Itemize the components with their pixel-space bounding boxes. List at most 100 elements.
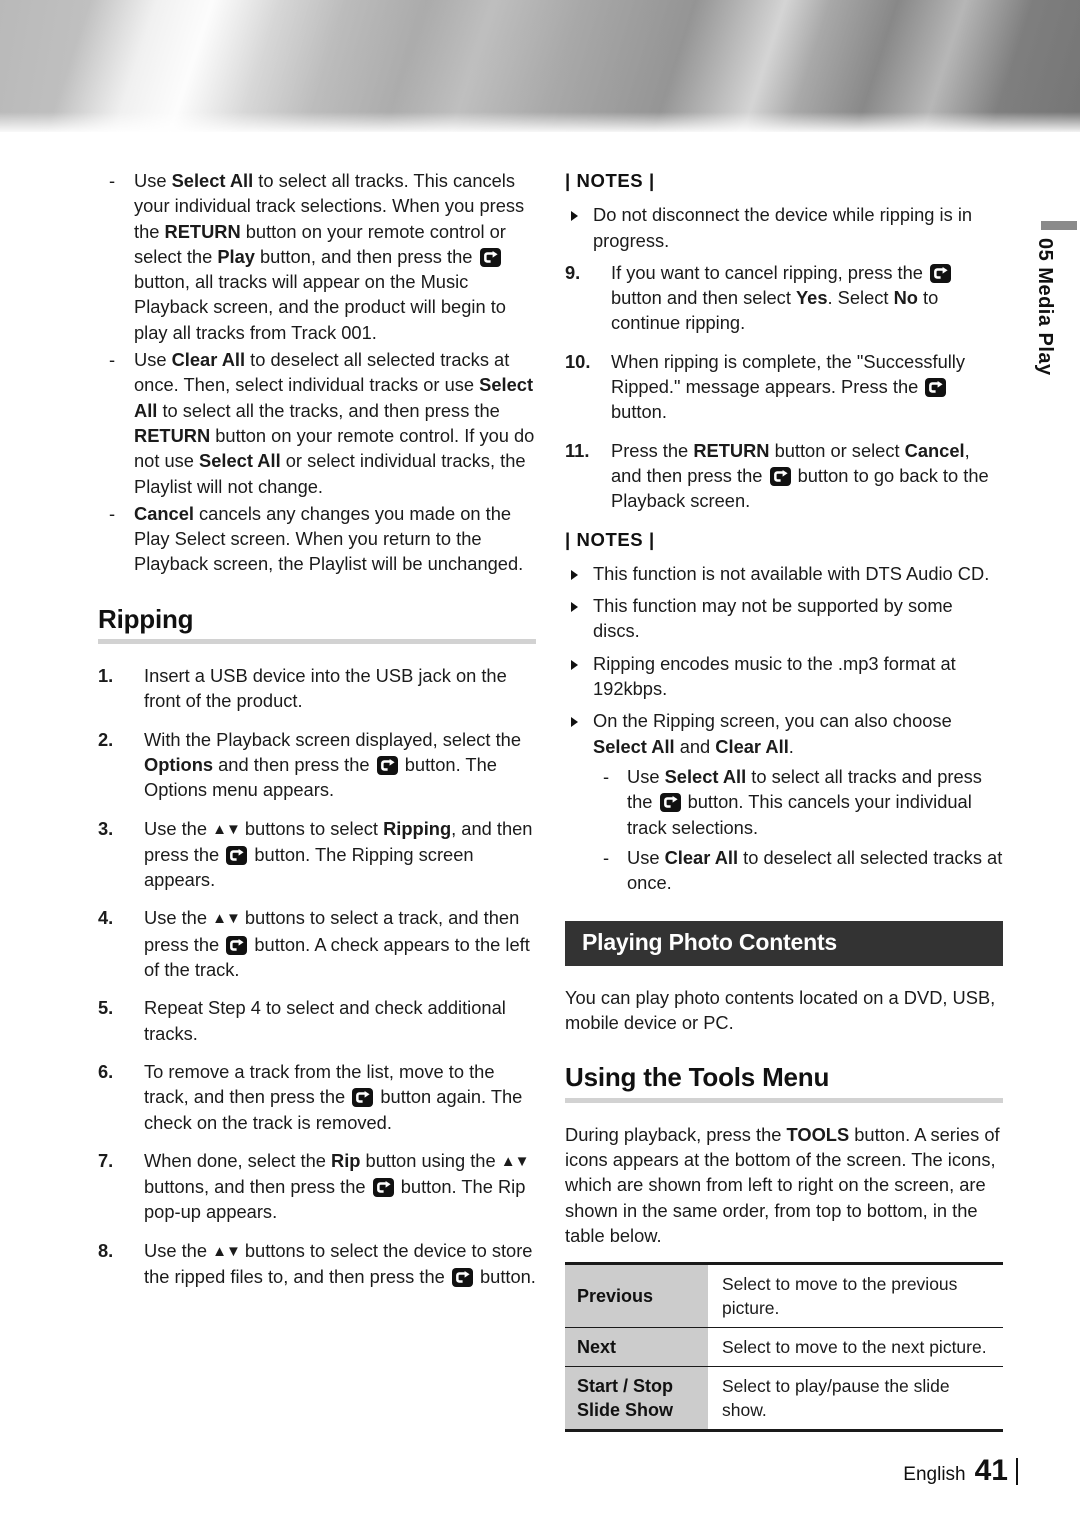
tool-description-cell: Select to play/pause the slide show. [708, 1366, 1003, 1431]
numbered-step: 1. Insert a USB device into the USB jack … [98, 663, 536, 714]
note-bullet-item: On the Ripping screen, you can also choo… [565, 708, 1003, 895]
text-run: When done, select the [144, 1149, 331, 1171]
dash-marker: - [109, 502, 116, 524]
section-bar-playing-photo-contents: Playing Photo Contents [565, 921, 1003, 966]
enter-button-icon [659, 793, 681, 813]
text-run: button or select [769, 439, 905, 461]
footer-language: English [903, 1464, 966, 1485]
note-bullet-item: This function may not be supported by so… [565, 593, 1003, 644]
text-run: Use [134, 170, 172, 191]
ripping-heading-rule [98, 639, 536, 645]
emphasis-term: Clear All [171, 349, 246, 371]
enter-button-icon [479, 247, 501, 267]
text-run: Press the [611, 439, 694, 461]
numbered-step: 10. When ripping is complete, the "Succes… [565, 349, 1003, 425]
text-run: On the Ripping screen, you can also choo… [593, 710, 952, 732]
tool-name-cell: Start / Stop Slide Show [565, 1366, 708, 1431]
tool-name-cell: Previous [565, 1263, 708, 1329]
left-dash-note-list: - Use Select All to select all tracks. Th… [98, 168, 536, 577]
step-number: 6. [98, 1060, 114, 1082]
triangle-bullet-icon [571, 659, 578, 670]
enter-button-icon [451, 1267, 473, 1287]
emphasis-term: Options [144, 753, 214, 775]
emphasis-term: RETURN [164, 220, 241, 242]
text-run: This function is not available with DTS … [593, 562, 990, 584]
step-number: 5. [98, 997, 114, 1019]
text-run: Ripping encodes music to the .mp3 format… [593, 652, 956, 700]
step-number: 3. [98, 817, 114, 839]
note-sub-item: - Use Select All to select all tracks and… [593, 764, 1003, 840]
emphasis-term: Cancel [904, 439, 965, 461]
emphasis-term: Rip [331, 1149, 361, 1171]
emphasis-term: RETURN [134, 424, 211, 446]
emphasis-term: RETURN [693, 439, 770, 461]
emphasis-term: Yes [795, 287, 828, 309]
enter-button-icon [226, 845, 248, 865]
table-row: Previous Select to move to the previous p… [565, 1263, 1003, 1329]
emphasis-term: Select All [593, 735, 675, 757]
text-run: If you want to cancel ripping, press the [611, 261, 929, 283]
enter-button-icon [372, 1178, 394, 1198]
dash-marker: - [603, 765, 610, 787]
enter-button-icon [226, 935, 248, 955]
emphasis-term: Ripping [383, 817, 452, 839]
enter-button-icon [925, 378, 947, 398]
text-run: Use [134, 349, 172, 371]
emphasis-term: No [893, 287, 918, 309]
text-run: Use the [144, 817, 213, 839]
text-run: button. [474, 1265, 536, 1287]
dash-note-item: - Use Select All to select all tracks. Th… [98, 168, 536, 345]
text-run: You can play photo contents located on a… [565, 986, 996, 1034]
emphasis-term: Clear All [664, 846, 739, 868]
numbered-step: 4. Use the ▲▼ buttons to select a track, … [98, 905, 536, 982]
enter-button-icon [352, 1088, 374, 1108]
chapter-tab-marker [1041, 221, 1077, 230]
text-run: During playback, press the [565, 1123, 787, 1145]
text-run: With the Playback screen displayed, sele… [144, 728, 521, 750]
note-bullet-item: Do not disconnect the device while rippi… [565, 202, 1003, 253]
tools-menu-table: Previous Select to move to the previous p… [565, 1262, 1003, 1433]
enter-button-icon [930, 263, 952, 283]
tool-description-cell: Select to move to the previous picture. [708, 1263, 1003, 1329]
text-run: Use [627, 765, 665, 787]
numbered-step: 3. Use the ▲▼ buttons to select Ripping, … [98, 816, 536, 893]
step-number: 1. [98, 665, 114, 687]
triangle-bullet-icon [571, 211, 578, 222]
notes-list-2: This function is not available with DTS … [565, 561, 1003, 896]
tool-description-cell: Select to move to the next picture. [708, 1327, 1003, 1368]
manual-page: 05 Media Play - Use Select All to select … [0, 0, 1080, 1532]
step-number: 2. [98, 728, 114, 750]
dash-note-item: - Use Clear All to deselect all selected … [98, 347, 536, 499]
numbered-step: 7. When done, select the Rip button using… [98, 1148, 536, 1225]
dash-marker: - [109, 170, 116, 191]
chapter-sidebar-label: 05 Media Play [1034, 238, 1056, 376]
ripping-heading: Ripping [98, 603, 194, 634]
numbered-step: 5. Repeat Step 4 to select and check addi… [98, 995, 536, 1046]
step-number: 7. [98, 1149, 114, 1171]
dash-note-item: - Cancel cancels any changes you made on … [98, 501, 536, 577]
notes-list-1: Do not disconnect the device while rippi… [565, 202, 1003, 253]
table-row: Start / Stop Slide Show Select to play/pau… [565, 1366, 1003, 1431]
footer-rule [1016, 1457, 1018, 1485]
text-run: buttons to select [239, 817, 384, 839]
up-down-arrows-icon: ▲▼ [212, 910, 241, 928]
triangle-bullet-icon [571, 717, 578, 728]
step-number: 8. [98, 1239, 114, 1261]
text-run: and [674, 735, 716, 757]
step-number: 11. [565, 439, 590, 461]
emphasis-term: Clear All [715, 735, 789, 757]
text-run: and then press the [213, 753, 375, 775]
text-run: button. [611, 401, 667, 423]
numbered-step: 6. To remove a track from the list, move … [98, 1059, 536, 1135]
emphasis-term: Cancel [134, 502, 194, 524]
emphasis-term: Select All [199, 450, 281, 472]
ripping-steps-continued: 9. If you want to cancel ripping, press t… [565, 260, 1003, 514]
numbered-step: 11. Press the RETURN button or select Can… [565, 438, 1003, 514]
banner-fade [0, 112, 1080, 134]
text-run: to select all the tracks, and then press… [157, 399, 500, 421]
notes-label-1: | NOTES | [565, 170, 655, 191]
dash-marker: - [109, 349, 116, 371]
enter-button-icon [769, 466, 791, 486]
note-bullet-item: This function is not available with DTS … [565, 561, 1003, 586]
tools-menu-heading-rule [565, 1097, 1003, 1103]
